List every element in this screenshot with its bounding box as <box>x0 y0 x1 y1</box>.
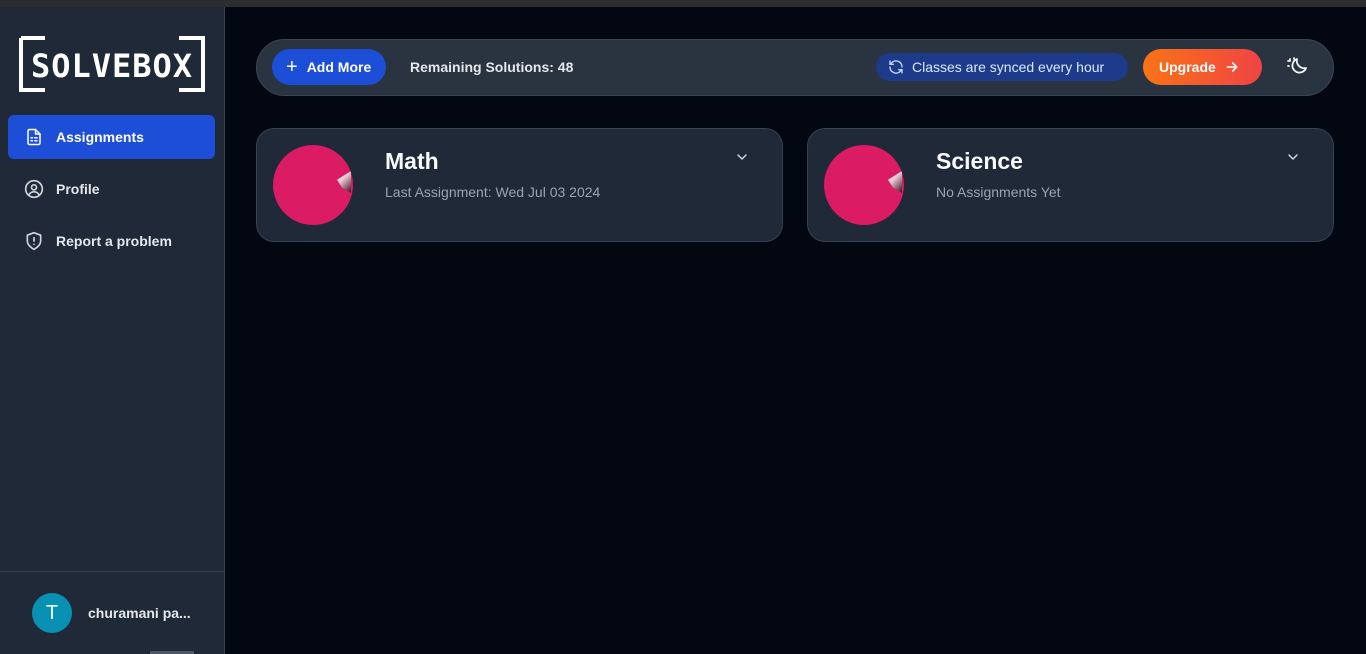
user-menu[interactable]: T churamani pa... <box>0 571 224 654</box>
window-top-strip <box>0 0 1366 7</box>
class-card-math[interactable]: Math Last Assignment: Wed Jul 03 2024 <box>256 128 783 242</box>
moon-sun-icon <box>1287 57 1307 74</box>
sidebar-item-label: Assignments <box>56 129 144 145</box>
sync-status-badge: Classes are synced every hour <box>876 53 1128 81</box>
class-title: Science <box>936 148 1023 174</box>
arrow-right-icon <box>1224 59 1240 75</box>
upgrade-label: Upgrade <box>1159 59 1216 75</box>
logo-text: SOLVEBOX <box>31 47 193 85</box>
solvebox-logo: SOLVEBOX <box>19 36 205 92</box>
sidebar-item-label: Report a problem <box>56 233 172 249</box>
sidebar-item-assignments[interactable]: Assignments <box>8 115 215 159</box>
class-subtitle: No Assignments Yet <box>936 184 1061 200</box>
add-more-label: Add More <box>306 59 372 75</box>
upgrade-button[interactable]: Upgrade <box>1143 49 1262 85</box>
shield-alert-icon <box>24 231 44 251</box>
avatar: T <box>32 593 72 633</box>
document-list-icon <box>24 127 44 147</box>
remaining-solutions: Remaining Solutions: 48 <box>410 59 574 75</box>
plus-icon: + <box>286 56 298 78</box>
sidebar-item-profile[interactable]: Profile <box>8 167 215 211</box>
class-avatar <box>273 145 353 225</box>
user-name: churamani pa... <box>88 605 191 621</box>
sync-status-text: Classes are synced every hour <box>912 59 1105 75</box>
theme-toggle[interactable] <box>1285 56 1309 80</box>
user-circle-icon <box>24 179 44 199</box>
sidebar-item-report-problem[interactable]: Report a problem <box>8 219 215 263</box>
chevron-down-icon[interactable] <box>734 149 750 165</box>
top-bar: + Add More Remaining Solutions: 48 Class… <box>256 39 1334 96</box>
sidebar: SOLVEBOX Assignments Profile Report a pr… <box>0 7 225 654</box>
class-card-science[interactable]: Science No Assignments Yet <box>807 128 1334 242</box>
add-more-button[interactable]: + Add More <box>272 49 386 85</box>
sidebar-item-label: Profile <box>56 181 100 197</box>
class-avatar <box>824 145 904 225</box>
sidebar-nav: Assignments Profile Report a problem <box>8 115 215 271</box>
chevron-down-icon[interactable] <box>1285 149 1301 165</box>
refresh-icon <box>888 59 904 75</box>
class-title: Math <box>385 148 439 174</box>
class-subtitle: Last Assignment: Wed Jul 03 2024 <box>385 184 601 200</box>
